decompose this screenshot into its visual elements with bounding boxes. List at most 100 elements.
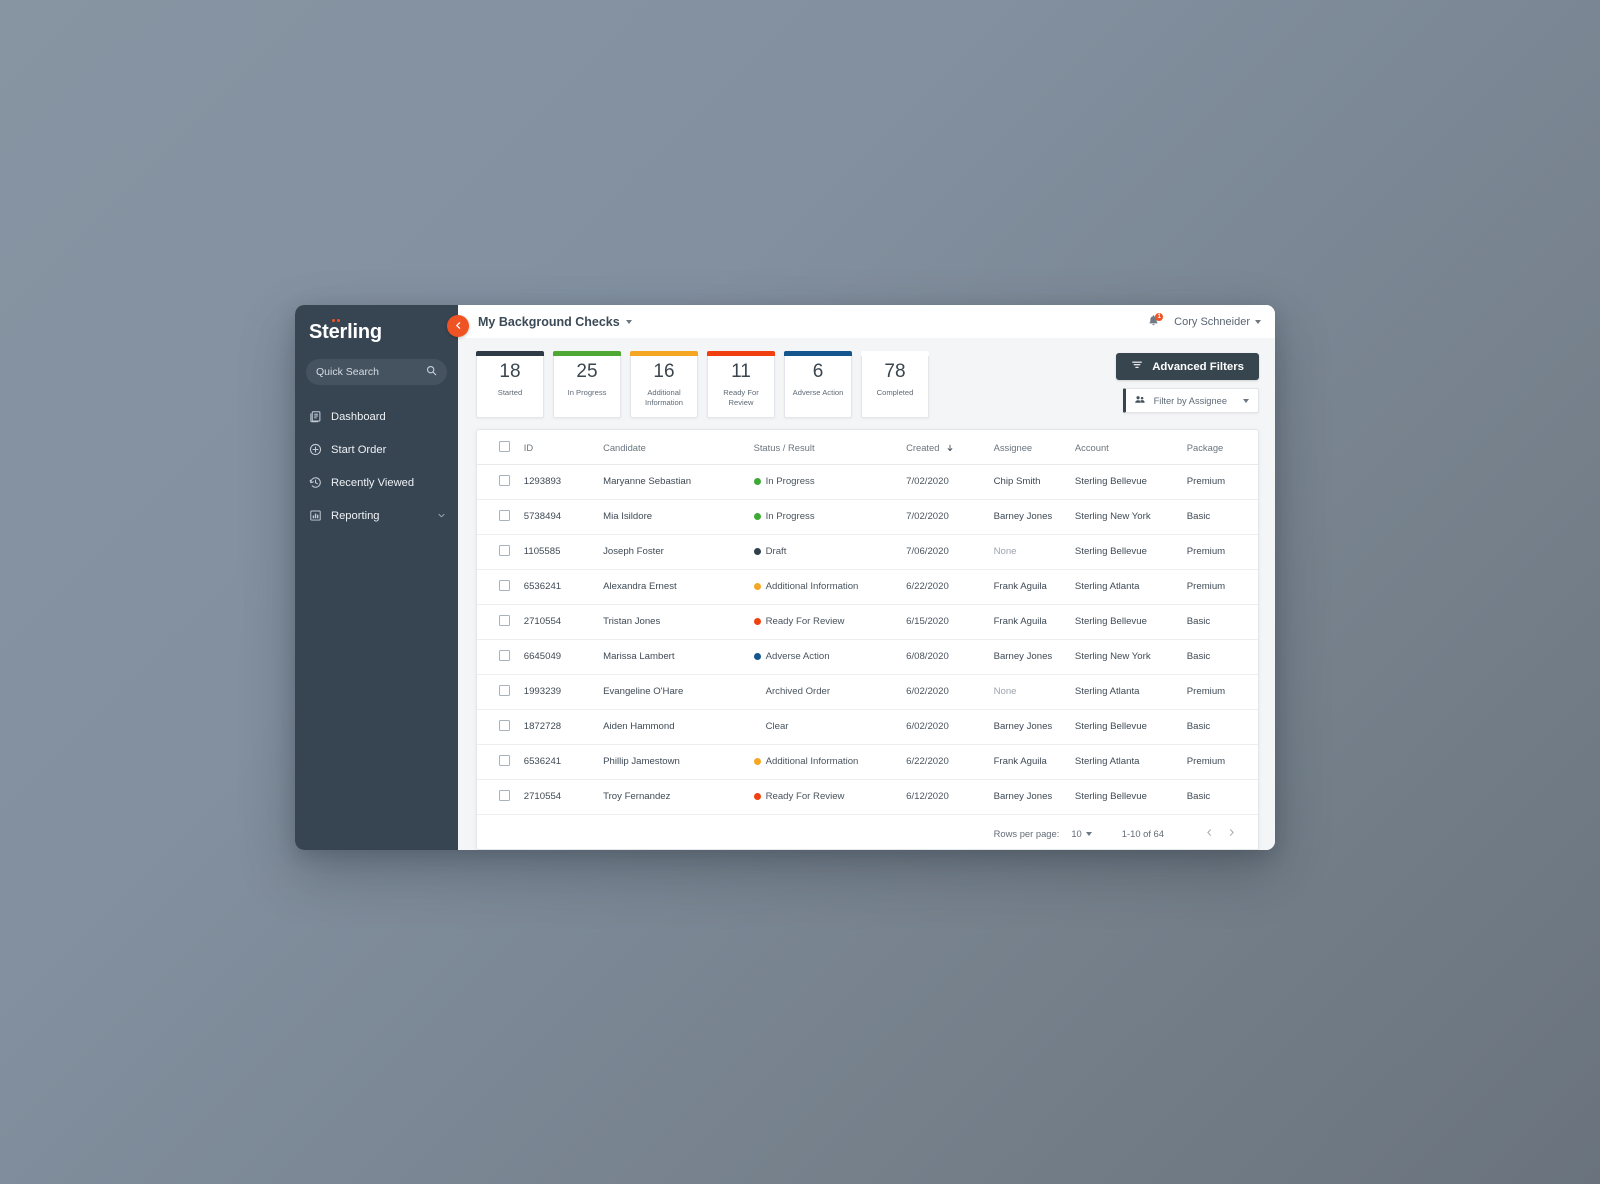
sidebar-collapse-toggle[interactable] xyxy=(447,315,469,337)
column-header-account[interactable]: Account xyxy=(1074,429,1187,465)
plus-circle-icon xyxy=(308,443,322,457)
table-row[interactable]: 1872728 Aiden Hammond Clear 6/02/2020 Barney… xyxy=(477,709,1258,745)
column-header-candidate[interactable]: Candidate xyxy=(603,429,754,465)
user-menu[interactable]: Cory Schneider xyxy=(1174,316,1261,328)
top-bar-right: 1 Cory Schneider xyxy=(1147,312,1261,330)
advanced-filters-label: Advanced Filters xyxy=(1152,360,1244,373)
stat-card-in-progress[interactable]: 25 In Progress xyxy=(553,351,621,418)
cell-package: Basic xyxy=(1186,779,1258,815)
sidebar-item-reporting[interactable]: Reporting xyxy=(295,499,458,532)
sidebar-item-label: Reporting xyxy=(331,509,380,522)
rows-per-page-dropdown[interactable]: 10 xyxy=(1071,828,1092,839)
row-select-cell xyxy=(477,779,524,815)
top-bar: My Background Checks 1 Cory Schneider xyxy=(458,305,1275,338)
stat-card-completed[interactable]: 78 Completed xyxy=(861,351,929,418)
column-header-created[interactable]: Created xyxy=(906,429,994,465)
sidebar-item-label: Start Order xyxy=(331,443,387,456)
stat-card-label: Completed xyxy=(876,387,914,397)
sidebar-item-dashboard[interactable]: Dashboard xyxy=(295,400,458,433)
background-checks-table-card: ID Candidate Status / Result Created Ass… xyxy=(476,428,1259,850)
row-checkbox[interactable] xyxy=(499,544,510,556)
table-row[interactable]: 1105585 Joseph Foster Draft 7/06/2020 None St… xyxy=(477,534,1258,570)
chevron-down-icon[interactable] xyxy=(437,507,446,525)
row-select-cell xyxy=(477,499,524,535)
stat-card-ready-for-review[interactable]: 11 Ready For Review xyxy=(707,351,775,418)
table-row[interactable]: 6536241 Alexandra Ernest Additional Inform… xyxy=(477,569,1258,605)
row-select-cell xyxy=(477,674,524,710)
row-checkbox[interactable] xyxy=(499,614,510,626)
stat-card-started[interactable]: 18 Started xyxy=(476,351,544,418)
cell-status: Clear xyxy=(753,709,907,745)
chevron-left-icon xyxy=(1205,828,1214,839)
cell-package: Premium xyxy=(1186,534,1258,570)
row-checkbox[interactable] xyxy=(499,684,510,696)
stat-card-value: 6 xyxy=(812,361,824,382)
cell-account: Sterling Atlanta xyxy=(1074,674,1187,710)
notifications-button[interactable]: 1 xyxy=(1147,312,1164,330)
cell-account: Sterling Atlanta xyxy=(1074,569,1187,605)
stat-card-additional-information[interactable]: 16 Additional Information xyxy=(630,351,698,418)
row-checkbox[interactable] xyxy=(499,649,510,661)
row-checkbox[interactable] xyxy=(499,579,510,591)
column-header-status[interactable]: Status / Result xyxy=(753,429,907,465)
column-header-id[interactable]: ID xyxy=(523,429,604,465)
stat-card-color-bar xyxy=(861,351,929,356)
column-header-assignee[interactable]: Assignee xyxy=(993,429,1075,465)
cell-assignee: Barney Jones xyxy=(993,499,1075,535)
rows-per-page-label: Rows per page: xyxy=(993,828,1060,840)
caret-down-icon xyxy=(1085,831,1092,836)
page-title: My Background Checks xyxy=(478,314,620,329)
status-label: Adverse Action xyxy=(765,651,830,663)
stat-card-label: Additional Information xyxy=(645,387,683,407)
background-checks-table: ID Candidate Status / Result Created Ass… xyxy=(477,429,1258,815)
filter-by-assignee-dropdown[interactable]: Filter by Assignee xyxy=(1122,388,1259,413)
cell-assignee: Barney Jones xyxy=(993,709,1075,745)
previous-page-button[interactable] xyxy=(1198,823,1220,845)
pagination-range-label: 1-10 of 64 xyxy=(1121,828,1164,840)
cell-id: 2710554 xyxy=(523,604,604,640)
cell-package: Basic xyxy=(1186,499,1258,535)
row-checkbox[interactable] xyxy=(499,474,510,486)
stat-card-label: Adverse Action xyxy=(792,387,844,397)
row-checkbox[interactable] xyxy=(499,509,510,521)
table-row[interactable]: 6645049 Marissa Lambert Adverse Action 6/08… xyxy=(477,639,1258,675)
next-page-button[interactable] xyxy=(1220,823,1242,845)
row-select-cell xyxy=(477,604,524,640)
table-row[interactable]: 5738494 Mia Isildore In Progress 7/02/2020 B… xyxy=(477,499,1258,535)
table-row[interactable]: 2710554 Tristan Jones Ready For Review 6/15… xyxy=(477,604,1258,640)
caret-down-icon xyxy=(625,319,632,324)
quick-search-placeholder: Quick Search xyxy=(316,366,380,378)
row-checkbox[interactable] xyxy=(499,789,510,801)
cell-status: Adverse Action xyxy=(753,639,907,675)
dashboard-icon xyxy=(308,410,322,424)
stat-card-label: In Progress xyxy=(567,387,607,397)
row-checkbox[interactable] xyxy=(499,754,510,766)
stat-cards: 18 Started 25 In Progress 16 Additional … xyxy=(476,351,929,418)
table-row[interactable]: 1993239 Evangeline O'Hare Archived Order 6/… xyxy=(477,674,1258,710)
table-row[interactable]: 6536241 Phillip Jamestown Additional Infor… xyxy=(477,744,1258,780)
sidebar-item-start-order[interactable]: Start Order xyxy=(295,433,458,466)
status-label: Clear xyxy=(765,721,789,733)
row-checkbox[interactable] xyxy=(499,719,510,731)
advanced-filters-button[interactable]: Advanced Filters xyxy=(1116,353,1259,380)
sidebar-item-label: Recently Viewed xyxy=(331,476,415,489)
sidebar-item-recently-viewed[interactable]: Recently Viewed xyxy=(295,466,458,499)
cell-candidate: Evangeline O'Hare xyxy=(603,674,754,710)
table-row[interactable]: 2710554 Troy Fernandez Ready For Review 6/1… xyxy=(477,779,1258,815)
row-select-cell xyxy=(477,569,524,605)
caret-down-icon xyxy=(1255,319,1261,324)
cell-id: 1993239 xyxy=(523,674,604,710)
column-header-package[interactable]: Package xyxy=(1186,429,1258,465)
page-title-dropdown[interactable]: My Background Checks xyxy=(478,315,632,329)
table-row[interactable]: 1293893 Maryanne Sebastian In Progress 7/02… xyxy=(477,464,1258,500)
history-clock-icon xyxy=(308,476,322,490)
cell-candidate: Aiden Hammond xyxy=(603,709,754,745)
cell-id: 2710554 xyxy=(523,779,604,815)
cell-created: 6/15/2020 xyxy=(906,604,994,640)
select-all-checkbox[interactable] xyxy=(499,440,510,452)
status-dot-icon xyxy=(753,793,761,801)
quick-search-input[interactable]: Quick Search xyxy=(306,359,447,385)
cell-id: 6536241 xyxy=(523,744,604,780)
people-icon xyxy=(1134,394,1146,408)
stat-card-adverse-action[interactable]: 6 Adverse Action xyxy=(784,351,852,418)
